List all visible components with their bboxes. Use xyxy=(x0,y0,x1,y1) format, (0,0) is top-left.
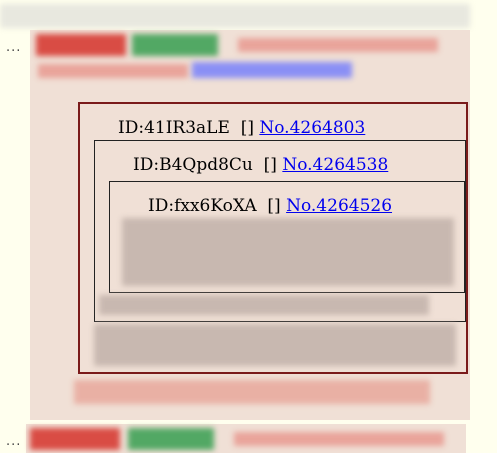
brackets: [] xyxy=(240,118,254,138)
poster-subject xyxy=(132,34,218,56)
next-reply-post xyxy=(26,424,466,453)
poster-name xyxy=(30,428,120,450)
blurred-comment-text xyxy=(122,218,454,286)
post-datetime xyxy=(234,432,444,446)
reply-marker: ... xyxy=(6,40,22,55)
poster-id: ID:41IR3aLE xyxy=(118,118,230,138)
blurred-reply-links xyxy=(74,380,430,404)
reply-marker: ... xyxy=(6,434,22,449)
quote-header-2: ID:B4Qpd8Cu [] No.4264538 xyxy=(133,155,388,175)
poster-name xyxy=(36,34,126,56)
quote-header-1: ID:41IR3aLE [] No.4264803 xyxy=(118,118,365,138)
blurred-comment-text xyxy=(99,295,429,315)
post-datetime xyxy=(238,38,438,52)
blurred-comment-text xyxy=(94,324,456,366)
post-number-link[interactable] xyxy=(192,62,352,78)
quote-header-3: ID:fxx6KoXA [] No.4264526 xyxy=(148,196,392,216)
post-number-link[interactable]: No.4264803 xyxy=(259,118,365,138)
top-blurred-bar xyxy=(0,4,470,28)
post-number-link[interactable]: No.4264538 xyxy=(282,155,388,175)
quoted-post-nested-3: ID:fxx6KoXA [] No.4264526 xyxy=(109,181,465,293)
poster-id: ID:fxx6KoXA xyxy=(148,196,257,216)
brackets: [] xyxy=(267,196,281,216)
quoted-post-outer: ID:41IR3aLE [] No.4264803 ID:B4Qpd8Cu []… xyxy=(78,102,468,374)
poster-id: ID:B4Qpd8Cu xyxy=(133,155,253,175)
poster-subject xyxy=(128,428,214,450)
post-number-link[interactable]: No.4264526 xyxy=(286,196,392,216)
post-meta xyxy=(38,64,188,78)
quoted-post-nested-2: ID:B4Qpd8Cu [] No.4264538 ID:fxx6KoXA []… xyxy=(94,140,466,322)
brackets: [] xyxy=(263,155,277,175)
